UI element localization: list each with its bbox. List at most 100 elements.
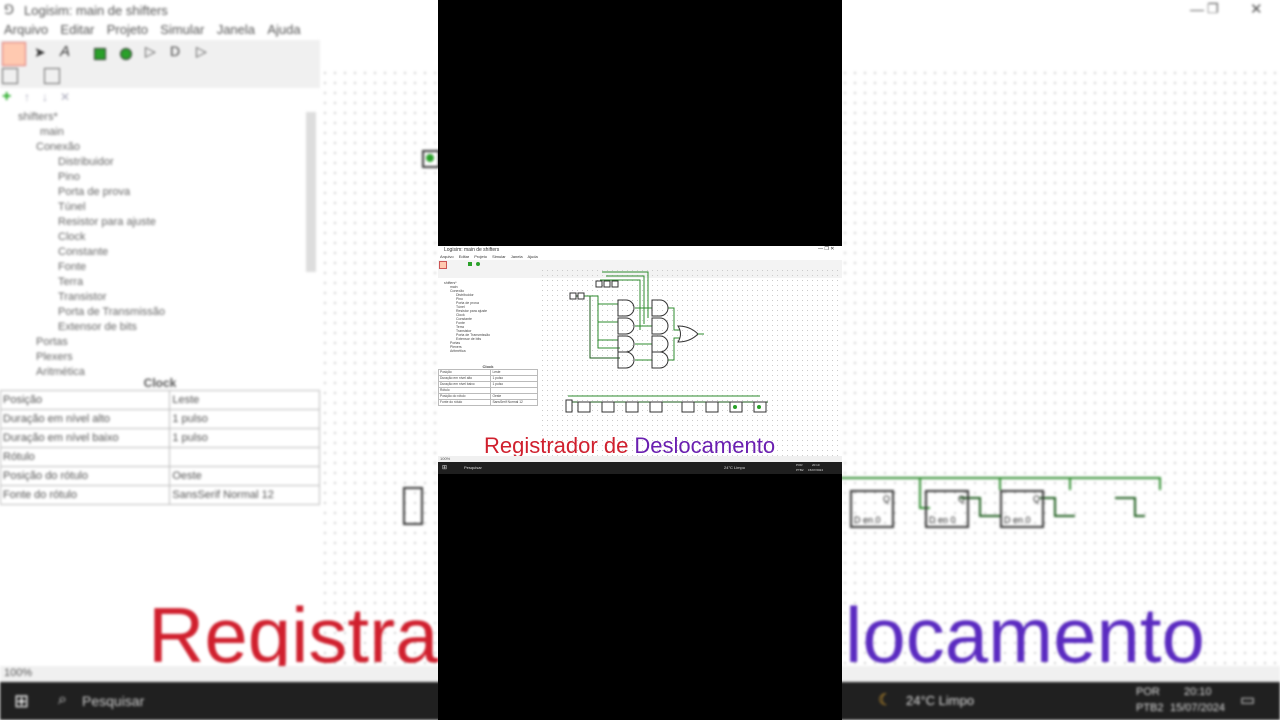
fg-hand-tool-icon[interactable] (439, 261, 447, 269)
weather-text[interactable]: 24°C Limpo (906, 693, 974, 708)
fg-window-controls-icon[interactable]: — ❐ ✕ (818, 246, 834, 252)
tree-item-main[interactable]: main (40, 126, 64, 138)
fg-menu-janela[interactable]: Janela (511, 254, 523, 259)
search-icon[interactable]: ⌕ (58, 691, 67, 709)
fg-sr-input (565, 399, 573, 413)
fg-start-icon[interactable]: ⊞ (442, 464, 447, 471)
prop-key: Duração em nível alto (0, 409, 171, 429)
tree-item-pino[interactable]: Pino (58, 171, 80, 183)
windows-start-icon[interactable]: ⊞ (14, 691, 29, 712)
hand-tool-icon[interactable] (2, 42, 26, 66)
lang-1[interactable]: POR (1136, 686, 1160, 698)
fg-output-pin-icon[interactable] (476, 262, 480, 266)
output-pin-icon[interactable] (120, 48, 132, 60)
fg-and-gate (617, 299, 635, 317)
menu-ajuda[interactable]: Ajuda (267, 22, 300, 37)
or-gate-icon[interactable]: ▷ (196, 43, 207, 60)
prop-value[interactable]: Leste (169, 390, 320, 410)
menu-editar[interactable]: Editar (60, 22, 94, 37)
add-circuit-icon[interactable]: + (2, 88, 11, 106)
fg-menu-ajuda[interactable]: Ajuda (527, 254, 537, 259)
menu-arquivo[interactable]: Arquivo (4, 22, 48, 37)
tree-item-fonte[interactable]: Fonte (58, 261, 86, 273)
taskbar-search[interactable]: Pesquisar (82, 693, 144, 709)
fg-tree-aritmetica[interactable]: Aritmética (450, 349, 466, 353)
prop-value[interactable]: Oeste (169, 466, 320, 486)
tree-item-extensor[interactable]: Extensor de bits (58, 321, 137, 333)
and-gate-icon[interactable]: D (170, 43, 180, 59)
restore-icon[interactable]: ❐ (1207, 1, 1219, 17)
fg-menu-arquivo[interactable]: Arquivo (440, 254, 454, 259)
window-title: Logisim: main de shifters (24, 3, 168, 18)
fg-led-on (733, 405, 737, 409)
clock-time[interactable]: 20:10 (1184, 686, 1212, 698)
fg-date[interactable]: 15/07/2024 (808, 468, 823, 472)
fg-wire (574, 295, 620, 359)
ff-d-label: D en 0 (929, 515, 956, 525)
prop-value[interactable]: 1 pulso (169, 428, 320, 448)
minimize-icon[interactable]: — (1190, 1, 1204, 17)
fg-prop-value[interactable]: SansSerif Normal 12 (490, 399, 538, 406)
menu-projeto[interactable]: Projeto (107, 22, 148, 37)
fg-or-gate (677, 325, 699, 343)
fg-menu-simular[interactable]: Simular (492, 254, 506, 259)
delete-circuit-icon[interactable]: ✕ (60, 90, 70, 104)
overlay-title-part1: Registrador de (484, 433, 635, 458)
move-up-icon[interactable]: ↑ (24, 90, 30, 104)
tree-toolbar: + ↑ ↓ ✕ (0, 88, 320, 106)
text-tool-icon[interactable]: A (60, 43, 70, 60)
ff-q-label: Q (882, 494, 890, 504)
tree-item-transistor[interactable]: Transistor (58, 291, 107, 303)
lang-2[interactable]: PTB2 (1136, 702, 1164, 714)
input-pin-icon[interactable] (94, 48, 106, 60)
fg-time[interactable]: 20:10 (812, 463, 820, 467)
not-gate-icon[interactable]: ▷ (145, 43, 156, 60)
tree-item-clock[interactable]: Clock (58, 231, 86, 243)
notification-icon[interactable]: ▭ (1240, 690, 1255, 710)
prop-value[interactable]: 1 pulso (169, 409, 320, 429)
tree-item-porta-transmissao[interactable]: Porta de Transmissão (58, 306, 165, 318)
tree-item-portas[interactable]: Portas (36, 336, 68, 348)
fg-input-pin (611, 280, 619, 288)
fg-lang2[interactable]: PTB2 (796, 468, 804, 472)
tree-item-resistor[interactable]: Resistor para ajuste (58, 216, 156, 228)
tree-item-conexao[interactable]: Conexão (36, 141, 80, 153)
fg-and-gate (651, 317, 669, 335)
ff-q-label: Q (1032, 494, 1040, 504)
video-frame: Logisim: main de shifters — ❐ ✕ Arquivo … (438, 246, 842, 474)
menu-simular[interactable]: Simular (160, 22, 204, 37)
tree-item-terra[interactable]: Terra (58, 276, 83, 288)
fg-search[interactable]: Pesquisar (464, 465, 482, 470)
fg-input-pin (569, 292, 577, 300)
tree-project[interactable]: shifters* (18, 111, 58, 123)
prop-value[interactable] (169, 447, 320, 467)
fg-menu-editar[interactable]: Editar (459, 254, 469, 259)
fg-weather[interactable]: 24°C Limpo (724, 465, 745, 470)
tree-item-tunel[interactable]: Túnel (58, 201, 86, 213)
fg-lang1[interactable]: POR (796, 463, 803, 467)
flipflop-2[interactable]: Q D en 0 (925, 490, 969, 528)
fg-and-gate (617, 351, 635, 369)
tree-item-plexers[interactable]: Plexers (36, 351, 73, 363)
close-icon[interactable]: ✕ (1250, 0, 1263, 18)
prop-key: Posição do rótulo (0, 466, 171, 486)
select-tool-icon[interactable]: ➤ (34, 44, 46, 61)
clock-date[interactable]: 15/07/2024 (1170, 702, 1225, 714)
tree-item-distribuidor[interactable]: Distribuidor (58, 156, 114, 168)
appearance-icon[interactable] (44, 68, 60, 84)
fg-menu-projeto[interactable]: Projeto (474, 254, 487, 259)
prop-value[interactable]: SansSerif Normal 12 (169, 485, 320, 505)
menu-janela[interactable]: Janela (217, 22, 255, 37)
move-down-icon[interactable]: ↓ (42, 90, 48, 104)
layout-icon[interactable] (2, 68, 18, 84)
fg-circuit-canvas[interactable] (540, 268, 838, 456)
tree-item-constante[interactable]: Constante (58, 246, 108, 258)
fg-led-on (757, 405, 761, 409)
fg-circuit-drawing (565, 271, 768, 413)
flipflop-3[interactable]: Q D en 0 (1000, 490, 1044, 528)
fg-explorer-tree: shifters* main Conexão Distribuidor Pino… (438, 280, 538, 364)
fg-input-pin-icon[interactable] (468, 262, 472, 266)
flipflop-1[interactable]: Q D en 0 (850, 490, 894, 528)
tree-item-porta-de-prova[interactable]: Porta de prova (58, 186, 130, 198)
tree-scrollbar[interactable] (306, 112, 316, 272)
